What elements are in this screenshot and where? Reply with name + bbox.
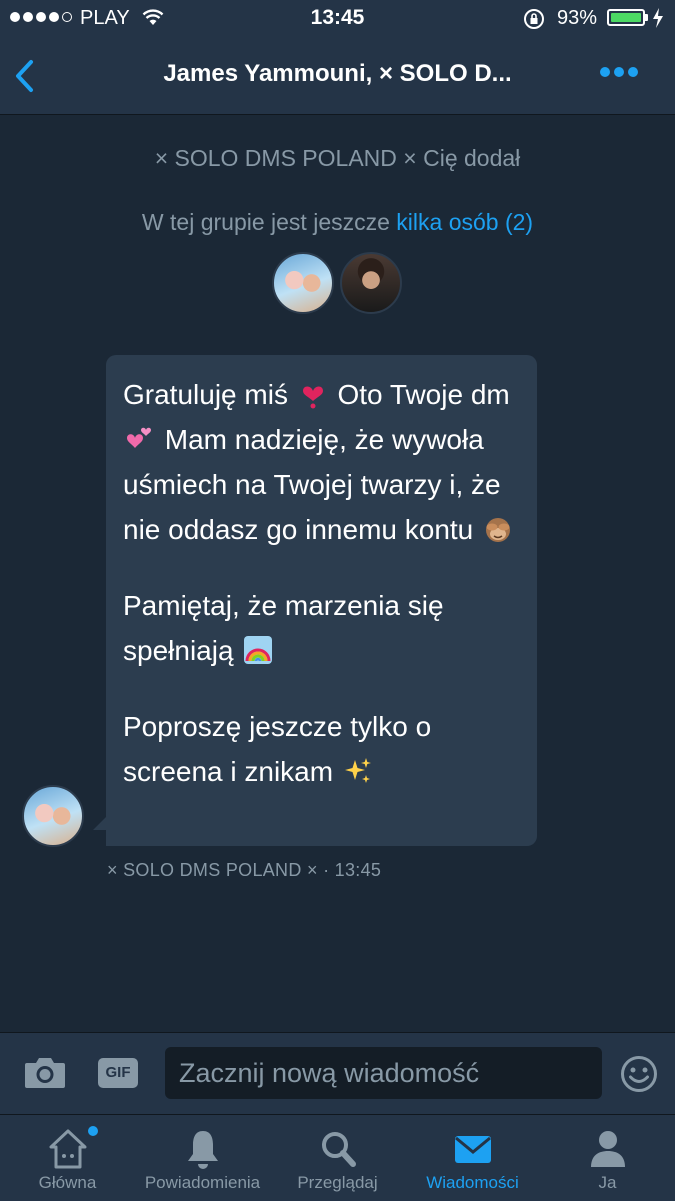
message-input[interactable] <box>165 1047 602 1099</box>
group-members-link[interactable]: kilka osób (2) <box>396 209 533 235</box>
tab-home[interactable]: Główna <box>0 1115 135 1201</box>
more-options-button[interactable] <box>600 67 638 77</box>
message-paragraph: Gratuluję miś Oto Twoje dm Mam nadzieję,… <box>123 372 521 552</box>
nav-bar: James Yammouni, × SOLO D... <box>0 38 675 115</box>
avatar[interactable] <box>340 252 402 314</box>
emoji-icon[interactable] <box>620 1055 658 1093</box>
home-icon <box>49 1129 86 1169</box>
tab-messages[interactable]: Wiadomości <box>405 1115 540 1201</box>
see-no-evil-monkey-icon <box>486 518 511 542</box>
gif-button[interactable]: GIF <box>98 1058 138 1088</box>
camera-icon[interactable] <box>24 1055 66 1089</box>
heart-icon <box>302 386 323 409</box>
message-bubble[interactable]: Gratuluję miś Oto Twoje dm Mam nadzieję,… <box>106 355 537 846</box>
person-icon <box>590 1131 625 1167</box>
message-paragraph: Poproszę jeszcze tylko o screena i znika… <box>123 711 432 787</box>
battery-percentage: 93% <box>557 7 598 29</box>
status-bar: PLAY 13:45 93% <box>0 0 675 38</box>
tab-bar: Główna Powiadomienia Przeglądaj Wiadomoś… <box>0 1114 675 1201</box>
sender-avatar[interactable] <box>22 785 84 847</box>
added-by-note: × SOLO DMS POLAND × Cię dodał <box>154 145 521 171</box>
envelope-icon <box>454 1136 491 1163</box>
back-button[interactable] <box>10 56 40 96</box>
tab-explore[interactable]: Przeglądaj <box>270 1115 405 1201</box>
two-hearts-icon <box>127 427 151 448</box>
sparkles-icon <box>344 758 371 783</box>
tab-me[interactable]: Ja <box>540 1115 675 1201</box>
battery-icon <box>607 9 645 26</box>
message-paragraph: Pamiętaj, że marzenia się spełniają <box>123 590 444 666</box>
search-icon <box>321 1132 356 1167</box>
group-avatars[interactable] <box>272 252 402 314</box>
composer: GIF <box>0 1032 675 1115</box>
group-members-note: W tej grupie jest jeszcze kilka osób (2) <box>141 209 534 235</box>
tab-notifications[interactable]: Powiadomienia <box>135 1115 270 1201</box>
conversation-title[interactable]: James Yammouni, × SOLO D... <box>90 60 585 88</box>
avatar[interactable] <box>272 252 334 314</box>
bell-icon <box>187 1131 218 1169</box>
notification-dot <box>88 1126 98 1136</box>
message-meta: × SOLO DMS POLAND × · 13:45 <box>107 860 382 880</box>
rotation-lock-icon <box>524 9 544 29</box>
rainbow-icon <box>244 636 273 664</box>
charging-icon <box>653 8 663 28</box>
